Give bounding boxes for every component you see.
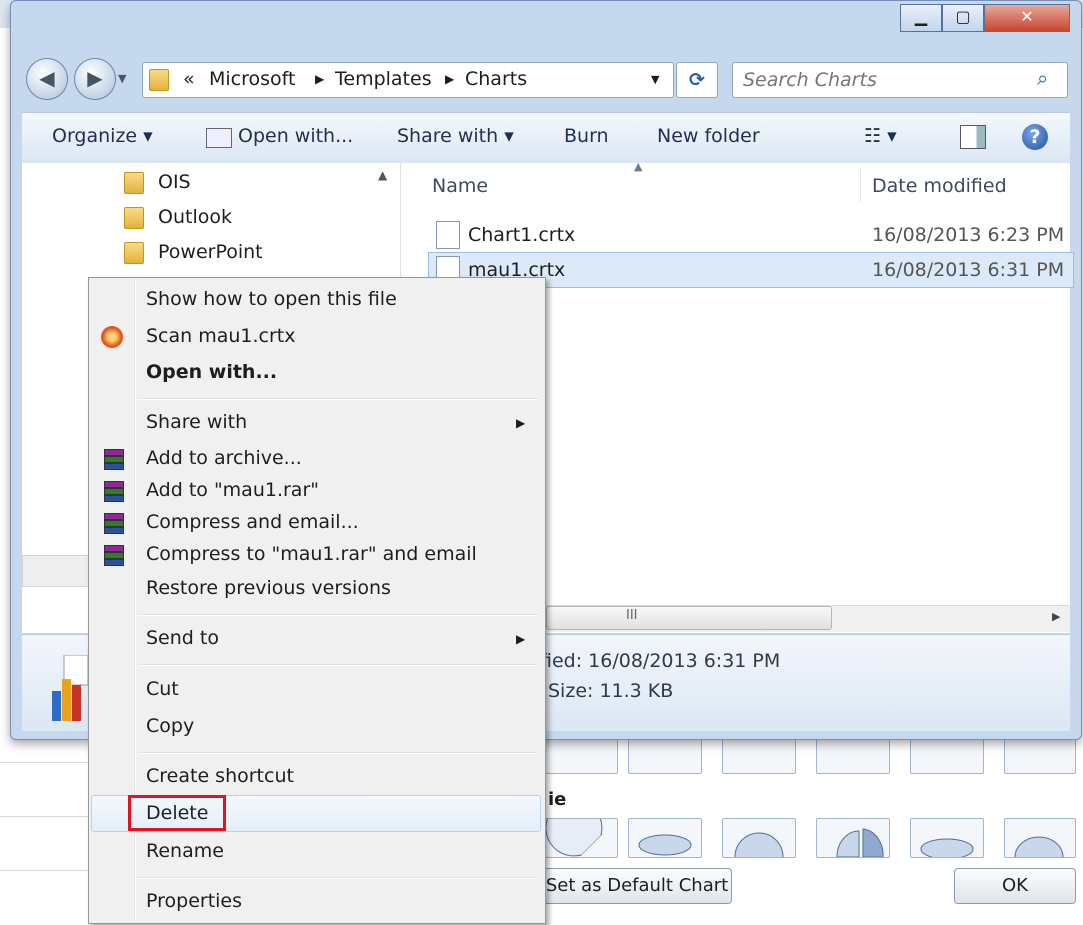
- menu-item-share-with[interactable]: Share with: [146, 411, 247, 433]
- submenu-arrow-icon: ▶: [516, 416, 526, 430]
- pie-chart-thumbnail[interactable]: [722, 818, 796, 858]
- pie-chart-thumbnail[interactable]: [628, 818, 702, 858]
- sheet-gridline: [0, 870, 90, 871]
- menu-item-rename[interactable]: Rename: [146, 840, 224, 862]
- pie-chart-thumbnail[interactable]: [544, 799, 618, 858]
- open-with-icon[interactable]: [206, 128, 232, 148]
- date-modified-detail: fied: 16/08/2013 6:31 PM: [540, 650, 781, 672]
- menu-item-show-how-to-open[interactable]: Show how to open this file: [146, 288, 397, 310]
- menu-separator: [138, 664, 538, 666]
- search-box[interactable]: ⌕: [732, 62, 1068, 98]
- breadcrumb-separator-icon[interactable]: ▶: [445, 72, 454, 86]
- chart-file-large-icon: [50, 654, 90, 721]
- open-with-button[interactable]: Open with...: [238, 125, 353, 147]
- submenu-arrow-icon: ▶: [516, 632, 526, 646]
- menu-item-cut[interactable]: Cut: [146, 678, 179, 700]
- menu-item-compress-to-rar-and-email[interactable]: Compress to "mau1.rar" and email: [146, 543, 477, 565]
- back-button[interactable]: ◀: [26, 58, 68, 100]
- menu-item-open-with[interactable]: Open with...: [146, 361, 277, 383]
- pie-chart-thumbnail[interactable]: [816, 818, 890, 858]
- column-divider[interactable]: [860, 168, 861, 202]
- scroll-grip: III: [626, 608, 638, 623]
- folder-icon: [124, 207, 144, 229]
- menu-item-send-to[interactable]: Send to: [146, 627, 219, 649]
- line-chart-thumbnail[interactable]: [628, 738, 702, 774]
- organize-menu[interactable]: Organize ▾: [52, 125, 153, 147]
- breadcrumb-overflow[interactable]: «: [183, 68, 195, 90]
- pie-section-label: ie: [548, 789, 567, 810]
- breadcrumb-templates[interactable]: Templates: [335, 68, 432, 90]
- help-icon[interactable]: ?: [1022, 124, 1048, 150]
- winrar-icon: [104, 513, 124, 534]
- search-input[interactable]: [743, 67, 1033, 93]
- nav-folder-powerpoint[interactable]: PowerPoint: [158, 241, 263, 263]
- nav-folder-ois[interactable]: OIS: [158, 171, 191, 193]
- size-detail: Size: 11.3 KB: [548, 680, 674, 702]
- menu-item-restore-previous-versions[interactable]: Restore previous versions: [146, 577, 391, 599]
- sheet-gridline: [0, 816, 90, 817]
- scroll-up-icon[interactable]: ▲: [378, 168, 387, 182]
- ok-button[interactable]: OK: [954, 868, 1076, 904]
- nav-folder-outlook[interactable]: Outlook: [158, 206, 232, 228]
- sheet-gridline: [0, 762, 90, 763]
- line-chart-thumbnail[interactable]: [544, 738, 618, 774]
- breadcrumb-microsoft[interactable]: Microsoft: [209, 68, 295, 90]
- recent-pages-chevron-icon[interactable]: ▼: [118, 72, 126, 85]
- close-button[interactable]: ✕: [984, 4, 1070, 32]
- line-chart-thumbnail[interactable]: [1004, 738, 1076, 774]
- pie-chart-thumbnail[interactable]: [1004, 818, 1076, 858]
- menu-separator: [138, 752, 538, 754]
- file-name[interactable]: Chart1.crtx: [468, 224, 575, 246]
- menu-separator: [138, 398, 538, 400]
- folder-icon: [124, 172, 144, 194]
- new-folder-button[interactable]: New folder: [657, 125, 760, 147]
- menu-item-properties[interactable]: Properties: [146, 890, 242, 912]
- command-bar: Organize ▾ Open with... Share with ▾ Bur…: [22, 112, 1070, 164]
- winrar-icon: [104, 481, 124, 502]
- winrar-icon: [104, 545, 124, 566]
- maximize-button[interactable]: ▢: [942, 4, 984, 32]
- delete-highlight-box: [128, 795, 226, 831]
- file-date: 16/08/2013 6:31 PM: [872, 259, 1065, 281]
- menu-separator: [138, 877, 538, 879]
- sort-indicator-icon: ▲: [634, 160, 643, 173]
- line-chart-thumbnail[interactable]: [816, 738, 890, 774]
- scroll-right-icon[interactable]: ▶: [1052, 610, 1060, 623]
- line-chart-thumbnail[interactable]: [722, 738, 796, 774]
- file-date: 16/08/2013 6:23 PM: [872, 224, 1065, 246]
- menu-item-add-to-archive[interactable]: Add to archive...: [146, 447, 302, 469]
- breadcrumb-separator-icon[interactable]: ▶: [315, 72, 324, 86]
- menu-item-copy[interactable]: Copy: [146, 715, 194, 737]
- menu-item-scan[interactable]: Scan mau1.crtx: [146, 325, 296, 347]
- column-header-date-modified[interactable]: Date modified: [872, 175, 1007, 197]
- forward-button[interactable]: ▶: [74, 58, 116, 100]
- pie-chart-thumbnail[interactable]: [910, 818, 984, 860]
- minimize-button[interactable]: ▁: [900, 4, 942, 32]
- menu-separator: [138, 614, 538, 616]
- window-caption-buttons: ▁ ▢ ✕: [900, 4, 1072, 32]
- menu-item-create-shortcut[interactable]: Create shortcut: [146, 765, 294, 787]
- column-header-name[interactable]: Name: [432, 175, 488, 197]
- folder-icon: [149, 69, 169, 91]
- breadcrumb-charts[interactable]: Charts: [465, 68, 527, 90]
- folder-icon: [124, 242, 144, 264]
- address-bar[interactable]: « Microsoft ▶ Templates ▶ Charts ▼: [142, 62, 674, 98]
- set-as-default-chart-button[interactable]: Set as Default Chart: [542, 868, 732, 904]
- winrar-icon: [104, 449, 124, 470]
- address-dropdown-icon[interactable]: ▼: [651, 73, 659, 86]
- search-icon[interactable]: ⌕: [1037, 66, 1048, 90]
- burn-button[interactable]: Burn: [564, 125, 609, 147]
- menu-item-add-to-rar[interactable]: Add to "mau1.rar": [146, 479, 319, 501]
- antivirus-scan-icon: [101, 326, 123, 348]
- chart-template-file-icon: [436, 221, 460, 249]
- scrollbar-thumb[interactable]: [546, 606, 832, 630]
- refresh-icon[interactable]: ⟳: [676, 62, 718, 98]
- share-with-menu[interactable]: Share with ▾: [397, 125, 514, 147]
- change-view-icon[interactable]: ☷ ▾: [864, 125, 897, 147]
- line-chart-thumbnail[interactable]: [910, 738, 984, 774]
- preview-pane-icon[interactable]: [960, 125, 986, 149]
- menu-item-compress-and-email[interactable]: Compress and email...: [146, 511, 359, 533]
